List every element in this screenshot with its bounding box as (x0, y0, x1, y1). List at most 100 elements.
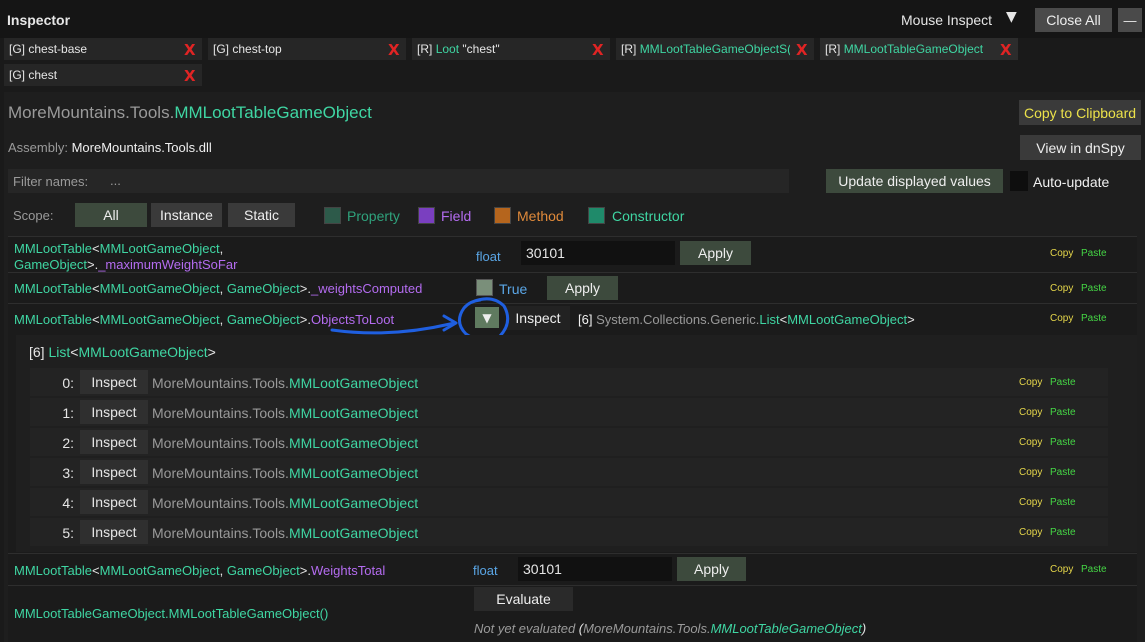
item-type-name: MMLootGameObject (288, 465, 419, 481)
paste-button[interactable]: Paste (1081, 248, 1107, 259)
list-header-word: List (48, 344, 71, 360)
inspect-button[interactable]: Inspect (80, 400, 148, 424)
tab-chest-top[interactable]: [G] chest-top X (208, 38, 406, 60)
value-input[interactable]: 30101 (521, 241, 675, 265)
list-item: 2: Inspect MoreMountains.Tools.MMLootGam… (30, 428, 1108, 456)
copy-button[interactable]: Copy (1050, 564, 1073, 575)
inspect-button[interactable]: Inspect (80, 370, 148, 394)
evaluation-result: Not yet evaluated (MoreMountains.Tools.M… (474, 621, 867, 636)
copy-button[interactable]: Copy (1050, 248, 1073, 259)
copy-button[interactable]: Copy (1050, 313, 1073, 324)
filter-input[interactable]: ... (110, 173, 785, 191)
list-index: 3: (62, 465, 74, 481)
member-name: MMLootTable<MMLootGameObject, GameObject… (14, 241, 238, 272)
scope-instance-button[interactable]: Instance (151, 203, 222, 227)
minimize-button[interactable]: — (1118, 8, 1142, 32)
list-item-type: MoreMountains.Tools.MMLootGameObject (152, 495, 418, 511)
tab-mmloottable[interactable]: [R] MMLootTableGameObject X (820, 38, 1018, 60)
tab-chest-base[interactable]: [G] chest-base X (4, 38, 202, 60)
tab-label: MMLootTableGameObjectS( (639, 42, 790, 56)
tab-prefix: [G] (213, 42, 230, 56)
inspect-button[interactable]: Inspect (80, 460, 148, 484)
list-item-type: MoreMountains.Tools.MMLootGameObject (152, 435, 418, 451)
copy-button[interactable]: Copy (1019, 377, 1042, 388)
tab-label: "chest" (462, 42, 500, 56)
apply-button[interactable]: Apply (677, 557, 746, 581)
paste-button[interactable]: Paste (1050, 467, 1076, 478)
paste-button[interactable]: Paste (1050, 527, 1076, 538)
paste-button[interactable]: Paste (1081, 283, 1107, 294)
method-toggle[interactable] (494, 207, 511, 224)
scope-label: Scope: (13, 208, 54, 223)
copy-button[interactable]: Copy (1019, 467, 1042, 478)
paste-button[interactable]: Paste (1081, 313, 1107, 324)
paste-button[interactable]: Paste (1081, 564, 1107, 575)
page-title: MoreMountains.Tools.MMLootTableGameObjec… (8, 103, 372, 123)
result-namespace: MoreMountains.Tools. (583, 621, 711, 636)
paste-button[interactable]: Paste (1050, 497, 1076, 508)
list-item-type: MoreMountains.Tools.MMLootGameObject (152, 375, 418, 391)
evaluate-button[interactable]: Evaluate (474, 587, 573, 611)
close-all-button[interactable]: Close All (1035, 8, 1112, 32)
item-type-name: MMLootGameObject (288, 405, 419, 421)
paste-button[interactable]: Paste (1050, 377, 1076, 388)
item-namespace: MoreMountains.Tools. (152, 465, 289, 481)
close-icon[interactable]: X (184, 67, 196, 85)
inspect-button[interactable]: Inspect (80, 490, 148, 514)
member-generic-arg: GameObject (226, 281, 300, 296)
mouse-inspect-label[interactable]: Mouse Inspect (901, 12, 992, 28)
paste-button[interactable]: Paste (1050, 407, 1076, 418)
assembly-line: Assembly: MoreMountains.Tools.dll (8, 140, 212, 155)
method-legend-label: Method (517, 208, 564, 224)
close-icon[interactable]: X (1000, 41, 1012, 59)
view-in-dnspy-button[interactable]: View in dnSpy (1020, 135, 1141, 160)
constructor-legend-label: Constructor (612, 208, 685, 224)
tab-label: chest (28, 68, 58, 82)
item-namespace: MoreMountains.Tools. (152, 495, 289, 511)
tab-loot-chest[interactable]: [R] Loot "chest" X (412, 38, 610, 60)
update-displayed-values-button[interactable]: Update displayed values (826, 169, 1003, 193)
window-title: Inspector (7, 12, 71, 28)
mouse-inspect-dropdown-icon[interactable]: ▼ (1006, 9, 1017, 25)
close-icon[interactable]: X (592, 41, 604, 59)
copy-button[interactable]: Copy (1019, 407, 1042, 418)
field-toggle[interactable] (418, 207, 435, 224)
tab-prefix: [G] (9, 68, 26, 82)
member-value-type: [6] System.Collections.Generic.List<MMLo… (578, 312, 915, 327)
paste-button[interactable]: Paste (1050, 437, 1076, 448)
tab-label: chest-base (28, 42, 88, 56)
close-icon[interactable]: X (796, 41, 808, 59)
scope-static-button[interactable]: Static (228, 203, 295, 227)
auto-update-checkbox[interactable] (1010, 171, 1028, 191)
tab-mmloottable-s[interactable]: [R] MMLootTableGameObjectS( X (616, 38, 814, 60)
scope-all-button[interactable]: All (75, 203, 147, 227)
member-class: MMLootTable (14, 241, 93, 256)
close-icon[interactable]: X (388, 41, 400, 59)
close-icon[interactable]: X (184, 41, 196, 59)
apply-button[interactable]: Apply (680, 241, 751, 265)
member-field-name: WeightsTotal (311, 563, 386, 578)
inspect-button[interactable]: Inspect (80, 520, 148, 544)
copy-button[interactable]: Copy (1019, 437, 1042, 448)
tab-chest[interactable]: [G] chest X (4, 64, 202, 86)
list-index: 0: (62, 375, 74, 391)
list-index: 4: (62, 495, 74, 511)
copy-to-clipboard-button[interactable]: Copy to Clipboard (1019, 100, 1141, 125)
member-field-name: _maximumWeightSoFar (98, 257, 238, 272)
tab-label: MMLootTableGameObject (843, 42, 984, 56)
list-item-type: MoreMountains.Tools.MMLootGameObject (152, 465, 418, 481)
result-type: MMLootTableGameObject (710, 621, 862, 636)
copy-button[interactable]: Copy (1019, 497, 1042, 508)
assembly-value: MoreMountains.Tools.dll (71, 140, 212, 155)
member-name: MMLootTable<MMLootGameObject, GameObject… (14, 563, 386, 578)
apply-button[interactable]: Apply (547, 276, 618, 300)
inspect-button[interactable]: Inspect (80, 430, 148, 454)
list-item: 0: Inspect MoreMountains.Tools.MMLootGam… (30, 368, 1108, 396)
copy-button[interactable]: Copy (1019, 527, 1042, 538)
property-toggle[interactable] (324, 207, 341, 224)
divider (8, 236, 1137, 237)
list-index: 2: (62, 435, 74, 451)
constructor-toggle[interactable] (588, 207, 605, 224)
copy-button[interactable]: Copy (1050, 283, 1073, 294)
value-input[interactable]: 30101 (518, 557, 672, 581)
